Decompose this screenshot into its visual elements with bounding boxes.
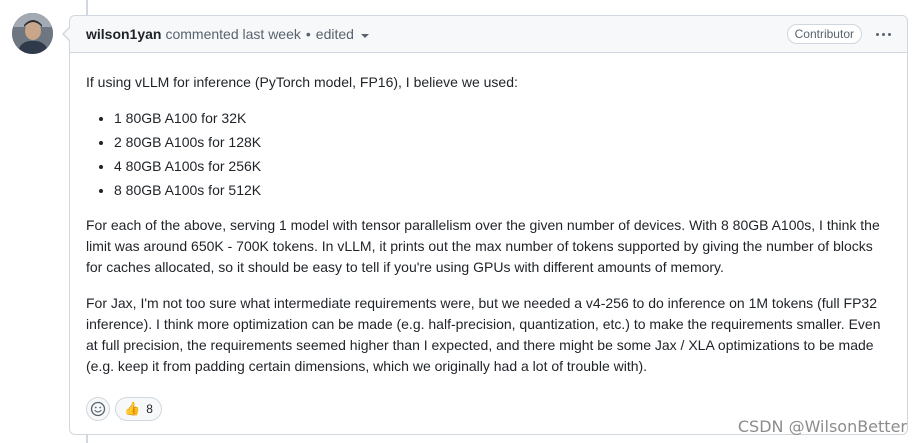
list-item: 8 80GB A100s for 512K	[114, 180, 891, 201]
separator: •	[305, 26, 311, 42]
edited-label: edited	[315, 26, 354, 42]
comment-time[interactable]: last week	[243, 26, 301, 42]
comment-box: wilson1yan commented last week • edited …	[69, 15, 908, 435]
paragraph-jax: For Jax, I'm not too sure what intermedi…	[86, 295, 881, 374]
thumbs-up-icon: 👍	[124, 401, 141, 416]
reactions-bar: 👍 8	[86, 397, 162, 421]
paragraph-vllm: For each of the above, serving 1 model w…	[86, 217, 880, 275]
caret-down-icon	[360, 33, 369, 38]
author-link[interactable]: wilson1yan	[86, 26, 161, 42]
avatar-image	[12, 13, 53, 54]
watermark: CSDN @WilsonBetter	[737, 417, 907, 436]
avatar[interactable]	[12, 13, 53, 54]
reaction-count: 8	[146, 402, 153, 416]
header-actions: Contributor	[786, 24, 891, 44]
smiley-icon	[90, 401, 106, 417]
contributor-badge: Contributor	[786, 24, 862, 44]
comment-header: wilson1yan commented last week • edited …	[70, 16, 907, 53]
comment-action: commented	[165, 26, 239, 42]
edited-dropdown[interactable]: edited	[316, 26, 369, 42]
intro-paragraph: If using vLLM for inference (PyTorch mod…	[86, 74, 518, 90]
comment-body: If using vLLM for inference (PyTorch mod…	[70, 53, 907, 377]
more-options-icon[interactable]	[876, 26, 891, 42]
list-item: 1 80GB A100 for 32K	[114, 108, 891, 129]
list-item: 4 80GB A100s for 256K	[114, 156, 891, 177]
thumbs-up-reaction-button[interactable]: 👍 8	[115, 397, 162, 421]
add-reaction-button[interactable]	[86, 397, 110, 421]
comment-pointer-fill	[63, 27, 71, 41]
gpu-list: 1 80GB A100 for 32K 2 80GB A100s for 128…	[86, 108, 891, 201]
list-item: 2 80GB A100s for 128K	[114, 132, 891, 153]
